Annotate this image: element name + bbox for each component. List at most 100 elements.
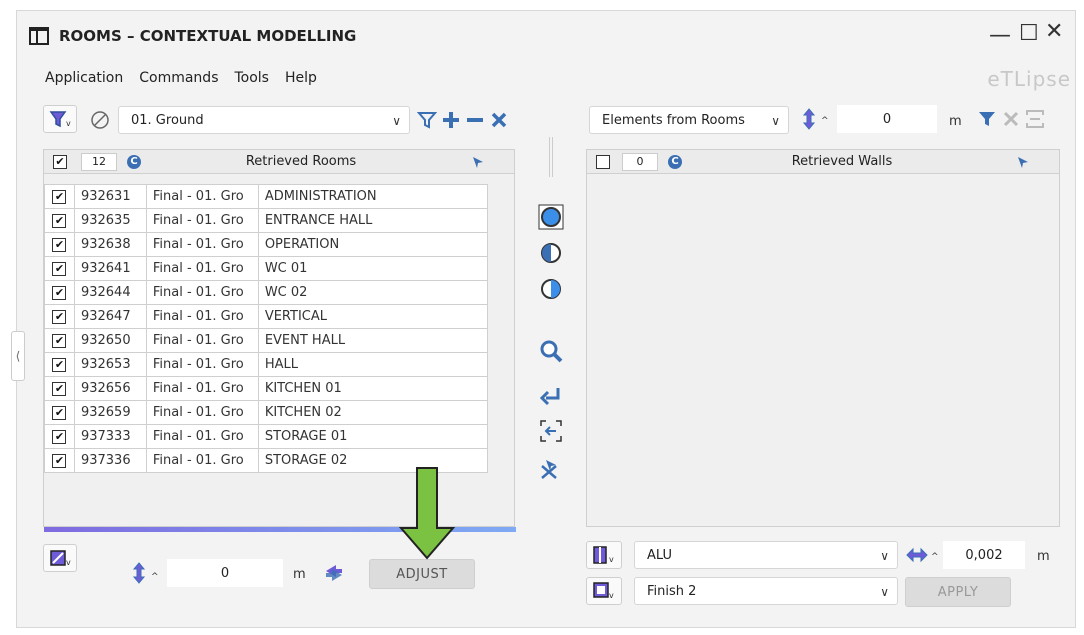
table-row[interactable]: ✔ 932638 Final - 01. Gro OPERATION — [44, 232, 489, 257]
splitter[interactable] — [549, 137, 553, 177]
table-row[interactable]: ✔ 932631 Final - 01. Gro ADMINISTRATION — [44, 184, 489, 209]
row-name: KITCHEN 02 — [257, 400, 489, 425]
vertical-offset-icon: ^ — [131, 561, 161, 589]
row-name: WC 02 — [257, 280, 489, 305]
half-circle-right-icon[interactable] — [535, 273, 567, 305]
zoom-icon[interactable] — [535, 335, 567, 367]
app-logo-icon — [29, 27, 49, 45]
row-name: HALL — [257, 352, 489, 377]
row-level: Final - 01. Gro — [145, 280, 259, 305]
table-row[interactable]: ✔ 937333 Final - 01. Gro STORAGE 01 — [44, 424, 489, 449]
maximize-button[interactable]: ☐ — [1019, 21, 1039, 46]
apply-button[interactable]: APPLY — [905, 577, 1011, 607]
edit-mode-dropdown[interactable]: v — [43, 544, 77, 572]
filter-icon[interactable] — [977, 109, 997, 129]
brand-logo: eTLipse — [987, 67, 1071, 91]
close-button[interactable]: ✕ — [1045, 19, 1063, 44]
row-level: Final - 01. Gro — [145, 232, 259, 257]
clear-icon[interactable] — [1001, 109, 1021, 129]
row-checkbox[interactable]: ✔ — [52, 237, 67, 252]
level-select[interactable]: 01. Ground ∨ — [118, 106, 410, 134]
no-filter-icon[interactable] — [89, 109, 111, 135]
row-checkbox[interactable]: ✔ — [52, 333, 67, 348]
menu-application[interactable]: Application — [45, 70, 123, 86]
deselect-cursor-icon[interactable] — [535, 453, 567, 485]
filter-icon[interactable] — [417, 110, 437, 130]
row-level: Final - 01. Gro — [145, 424, 259, 449]
thickness-icon: ^ — [905, 545, 939, 569]
row-check-cell: ✔ — [44, 424, 75, 449]
finish-type-dropdown[interactable]: v — [586, 577, 622, 605]
select-region-icon[interactable] — [535, 415, 567, 447]
row-id: 932656 — [73, 376, 147, 401]
row-checkbox[interactable]: ✔ — [52, 429, 67, 444]
full-circle-icon[interactable] — [535, 201, 567, 233]
menu-help[interactable]: Help — [285, 70, 317, 86]
window-title: ROOMS – CONTEXTUAL MODELLING — [59, 27, 357, 45]
table-row[interactable]: ✔ 932635 Final - 01. Gro ENTRANCE HALL — [44, 208, 489, 233]
table-row[interactable]: ✔ 932644 Final - 01. Gro WC 02 — [44, 280, 489, 305]
chevron-down-icon: ∨ — [392, 114, 401, 128]
row-name: EVENT HALL — [257, 328, 489, 353]
table-row[interactable]: ✔ 932659 Final - 01. Gro KITCHEN 02 — [44, 400, 489, 425]
table-row[interactable]: ✔ 932647 Final - 01. Gro VERTICAL — [44, 304, 489, 329]
row-checkbox[interactable]: ✔ — [52, 381, 67, 396]
source-select[interactable]: Elements from Rooms ∨ — [589, 106, 789, 134]
row-checkbox[interactable]: ✔ — [52, 357, 67, 372]
filter-icon: v — [49, 111, 71, 128]
row-level: Final - 01. Gro — [145, 304, 259, 329]
row-id: 932635 — [73, 208, 147, 233]
clear-icon[interactable] — [489, 110, 509, 130]
row-checkbox[interactable]: ✔ — [52, 189, 67, 204]
row-checkbox[interactable]: ✔ — [52, 213, 67, 228]
row-checkbox[interactable]: ✔ — [52, 309, 67, 324]
menu-commands[interactable]: Commands — [139, 70, 218, 86]
right-offset-input[interactable]: 0 — [837, 105, 937, 133]
arrow-down-icon — [398, 467, 456, 560]
minimize-button[interactable]: — — [989, 23, 1011, 48]
finish-frame-icon: v — [593, 582, 614, 600]
refresh-icon[interactable]: C — [127, 154, 141, 169]
refresh-icon[interactable]: C — [668, 154, 682, 169]
table-row[interactable]: ✔ 932653 Final - 01. Gro HALL — [44, 352, 489, 377]
row-name: ADMINISTRATION — [257, 184, 489, 209]
row-id: 932647 — [73, 304, 147, 329]
enter-icon[interactable] — [535, 381, 567, 413]
swap-icon[interactable] — [322, 561, 346, 589]
material-select[interactable]: ALU ∨ — [634, 541, 898, 569]
table-row[interactable]: ✔ 932650 Final - 01. Gro EVENT HALL — [44, 328, 489, 353]
row-checkbox[interactable]: ✔ — [52, 261, 67, 276]
add-icon[interactable] — [441, 110, 461, 130]
row-level: Final - 01. Gro — [145, 328, 259, 353]
select-frame-icon[interactable] — [1025, 109, 1045, 129]
row-checkbox[interactable]: ✔ — [52, 285, 67, 300]
row-checkbox[interactable]: ✔ — [52, 453, 67, 468]
select-all-checkbox[interactable]: ✔ — [53, 154, 67, 169]
row-checkbox[interactable]: ✔ — [52, 405, 67, 420]
row-level: Final - 01. Gro — [145, 376, 259, 401]
adjust-button[interactable]: ADJUST — [369, 559, 475, 589]
pick-cursor-icon[interactable] — [1016, 155, 1030, 169]
walls-count: 0 — [622, 152, 658, 171]
row-check-cell: ✔ — [44, 328, 75, 353]
walls-header: 0 C Retrieved Walls — [587, 150, 1059, 174]
filter-dropdown-button[interactable]: v — [43, 105, 77, 133]
svg-text:v: v — [609, 591, 614, 600]
svg-text:v: v — [66, 119, 71, 128]
table-row[interactable]: ✔ 932641 Final - 01. Gro WC 01 — [44, 256, 489, 281]
rooms-header: ✔ 12 C Retrieved Rooms — [44, 150, 514, 174]
row-level: Final - 01. Gro — [145, 352, 259, 377]
remove-icon[interactable] — [465, 110, 485, 130]
half-circle-left-icon[interactable] — [535, 237, 567, 269]
finish-select[interactable]: Finish 2 ∨ — [634, 577, 898, 605]
wall-type-dropdown[interactable]: v — [586, 541, 622, 569]
select-all-walls-checkbox[interactable] — [596, 154, 610, 169]
menu-tools[interactable]: Tools — [234, 70, 269, 86]
pick-cursor-icon[interactable] — [471, 155, 485, 169]
menu-bar: Application Commands Tools Help — [45, 70, 317, 86]
source-select-value: Elements from Rooms — [602, 112, 745, 128]
thickness-input[interactable]: 0,002 — [943, 541, 1025, 569]
collapse-tab[interactable]: ⟨ — [11, 331, 25, 381]
table-row[interactable]: ✔ 932656 Final - 01. Gro KITCHEN 01 — [44, 376, 489, 401]
offset-input[interactable]: 0 — [167, 559, 283, 587]
